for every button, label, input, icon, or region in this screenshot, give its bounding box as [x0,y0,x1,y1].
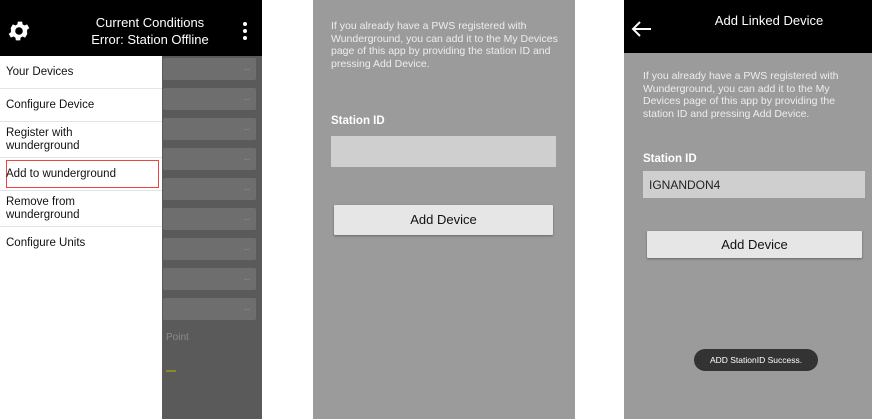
success-toast: ADD StationID Success. [694,349,818,371]
menu-item-label: Add to wunderground [6,167,116,180]
background-row: -- [163,178,256,200]
menu-item-label: Your Devices [6,65,74,78]
menu-item-your-devices[interactable]: Your Devices [0,56,162,89]
app-header: Current Conditions Error: Station Offlin… [0,0,262,56]
background-row: -- [163,58,256,80]
screen-main-menu: -- -- -- -- -- -- -- -- -- Point Current… [0,0,262,419]
background-row: -- [163,238,256,260]
gear-icon[interactable] [6,18,32,44]
menu-item-label: Configure Device [6,98,95,111]
header-title-line1: Current Conditions [95,15,205,30]
menu-item-add-to-wunderground[interactable]: Add to wunderground [0,158,162,191]
header-title: Current Conditions Error: Station Offlin… [70,14,230,48]
intro-text: If you already have a PWS registered wit… [643,70,839,120]
navigation-drawer: Your Devices Configure Device Register w… [0,56,162,419]
menu-item-label: Configure Units [6,237,86,249]
background-row: -- [163,298,256,320]
background-row: -- [163,118,256,140]
background-rows: -- -- -- -- -- -- -- -- -- [163,58,262,328]
station-id-label: Station ID [331,115,385,127]
background-row: -- [163,148,256,170]
header-title-line2: Error: Station Offline [91,32,209,47]
menu-item-register[interactable]: Register with wunderground [0,122,162,158]
menu-item-remove[interactable]: Remove from wunderground [0,191,162,227]
background-row: -- [163,208,256,230]
screen-add-device-empty: If you already have a PWS registered wit… [313,0,575,419]
more-options-icon[interactable] [242,22,248,43]
add-device-button[interactable]: Add Device [647,231,862,258]
menu-item-configure-device[interactable]: Configure Device [0,89,162,122]
app-header: Add Linked Device [624,0,872,53]
screen-add-linked-device: Add Linked Device If you already have a … [624,0,872,419]
background-row: -- [163,268,256,290]
background-row: -- [163,88,256,110]
intro-text: If you already have a PWS registered wit… [331,20,558,70]
station-id-label: Station ID [643,153,697,165]
station-id-input[interactable] [643,171,865,198]
add-device-button[interactable]: Add Device [334,205,553,235]
page-title: Add Linked Device [714,13,824,28]
menu-item-configure-units[interactable]: Configure Units [0,227,162,260]
background-indicator [166,370,176,372]
menu-item-label: Remove from wunderground [6,195,80,221]
menu-item-label: Register with wunderground [6,126,80,152]
station-id-input[interactable] [331,136,556,167]
background-label: Point [166,332,189,343]
back-arrow-icon[interactable] [630,20,652,38]
